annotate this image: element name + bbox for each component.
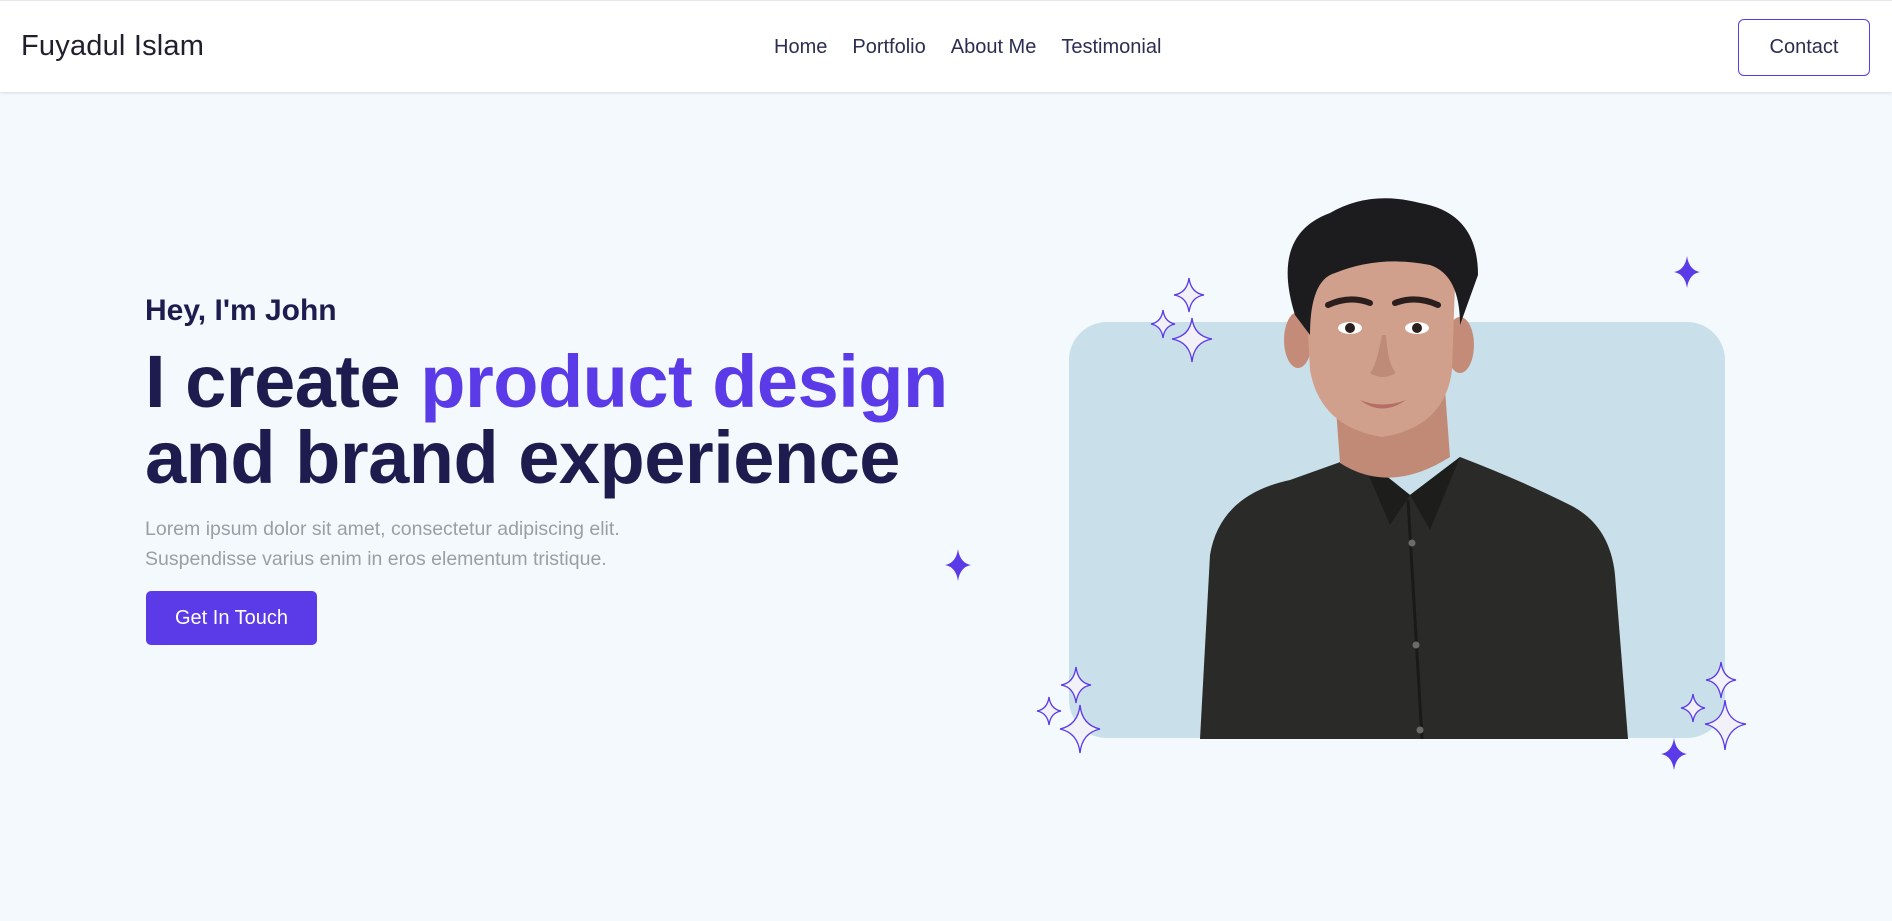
headline-accent: product design bbox=[420, 340, 948, 423]
solid-sparkle-icon bbox=[1674, 256, 1700, 288]
solid-sparkle-icon bbox=[945, 549, 971, 581]
hero-greeting: Hey, I'm John bbox=[145, 294, 337, 327]
brand-logo-text[interactable]: Fuyadul Islam bbox=[21, 30, 204, 63]
description-line-1: Lorem ipsum dolor sit amet, consectetur … bbox=[145, 518, 620, 540]
portrait-image bbox=[1200, 198, 1628, 739]
nav-link-testimonial[interactable]: Testimonial bbox=[1061, 36, 1161, 59]
solid-sparkle-icon bbox=[1661, 738, 1687, 770]
hero-description: Lorem ipsum dolor sit amet, consectetur … bbox=[145, 514, 705, 574]
get-in-touch-button[interactable]: Get In Touch bbox=[146, 591, 317, 645]
top-navbar: Fuyadul Islam Home Portfolio About Me Te… bbox=[0, 0, 1892, 92]
headline-start: I create bbox=[145, 340, 421, 423]
sparkle-icon bbox=[1036, 666, 1101, 754]
sparkle-icon bbox=[1680, 661, 1747, 751]
main-nav: Home Portfolio About Me Testimonial bbox=[774, 36, 1161, 59]
nav-link-about-me[interactable]: About Me bbox=[951, 36, 1037, 59]
sparkle-icon bbox=[1150, 277, 1213, 363]
nav-link-portfolio[interactable]: Portfolio bbox=[852, 36, 925, 59]
hero-headline: I create product design and brand experie… bbox=[145, 344, 995, 496]
nav-link-home[interactable]: Home bbox=[774, 36, 827, 59]
description-line-2: Suspendisse varius enim in eros elementu… bbox=[145, 548, 607, 570]
contact-button[interactable]: Contact bbox=[1738, 19, 1870, 76]
headline-end: and brand experience bbox=[145, 416, 900, 499]
